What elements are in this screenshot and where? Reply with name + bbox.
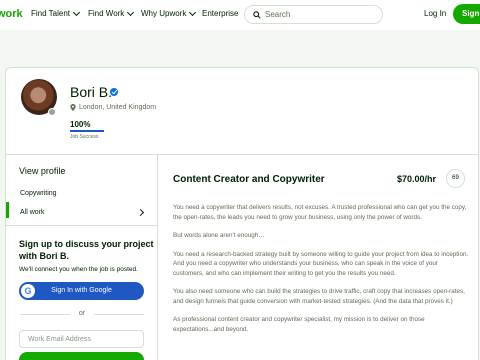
- chevron-down-icon: [127, 8, 135, 16]
- location-text: London, United Kingdom: [79, 104, 157, 111]
- sidebar: View profile Copywriting All work Sign u…: [6, 155, 158, 360]
- divider: [6, 225, 157, 226]
- login-link[interactable]: Log In: [424, 9, 446, 18]
- share-icon: 69: [452, 175, 459, 181]
- chevron-down-icon: [72, 8, 81, 16]
- description-paragraph: But words alone aren't enough…: [173, 232, 265, 239]
- share-button[interactable]: 69: [446, 169, 465, 188]
- chevron-down-icon: [189, 8, 197, 16]
- signup-button[interactable]: Sign: [453, 4, 480, 24]
- google-signin-label: Sign In with Google: [51, 287, 112, 294]
- search-input[interactable]: Search: [244, 5, 383, 24]
- job-success-bar: [70, 130, 104, 132]
- profile-title: Content Creator and Copywriter: [173, 174, 325, 185]
- profile-card: Bori B. London, United Kingdom 100% Job …: [5, 67, 479, 360]
- job-success-value: 100%: [70, 120, 91, 129]
- hourly-rate: $70.00/hr: [397, 174, 437, 184]
- search-icon: [253, 10, 261, 19]
- upwork-logo[interactable]: work: [0, 8, 23, 20]
- location: London, United Kingdom: [70, 104, 156, 111]
- verified-badge-icon: [110, 88, 118, 96]
- nav-find-talent[interactable]: Find Talent: [31, 8, 81, 18]
- job-success-bar-fill: [70, 130, 104, 132]
- nav-why-upwork[interactable]: Why Upwork: [141, 8, 197, 18]
- active-indicator: [6, 202, 9, 218]
- nav-find-work-label: Find Work: [88, 9, 125, 18]
- sidebar-item-all-work[interactable]: All work: [20, 209, 45, 216]
- signup-title: Sign up to discuss your project with Bor…: [19, 239, 154, 261]
- nav-find-talent-label: Find Talent: [31, 9, 70, 18]
- nav-find-work[interactable]: Find Work: [88, 8, 135, 18]
- view-profile-heading: View profile: [19, 166, 66, 176]
- chevron-right-icon: [136, 208, 145, 217]
- job-success-label: Job Success: [70, 134, 99, 140]
- location-pin-icon: [70, 104, 76, 111]
- nav-why-upwork-label: Why Upwork: [141, 9, 187, 18]
- google-signin-button[interactable]: G Sign In with Google: [19, 282, 144, 300]
- search-placeholder: Search: [265, 10, 291, 19]
- email-field[interactable]: Work Email Address: [19, 330, 144, 348]
- description-paragraph: As professional content creator and copy…: [173, 316, 425, 333]
- or-separator: or: [6, 310, 158, 317]
- nav-enterprise-label: Enterprise: [202, 9, 239, 18]
- freelancer-name: Bori B.: [70, 84, 113, 100]
- nav-enterprise[interactable]: Enterprise: [202, 9, 238, 18]
- description-paragraph: You need a research-backed strategy buil…: [173, 250, 469, 277]
- sidebar-item-copywriting[interactable]: Copywriting: [20, 190, 57, 197]
- online-status-dot: [48, 108, 56, 116]
- main-content: Content Creator and Copywriter $70.00/hr…: [159, 155, 480, 360]
- signup-subtitle: We'll connect you when the job is posted…: [19, 266, 138, 273]
- top-navigation-bar: work Find Talent Find Work Why Upwork En…: [0, 0, 480, 30]
- description-paragraph: You need a copywriter that delivers resu…: [173, 204, 467, 221]
- continue-button[interactable]: [19, 352, 144, 360]
- description-paragraph: You also need someone who can build the …: [173, 288, 465, 305]
- profile-description: You need a copywriter that delivers resu…: [173, 203, 469, 343]
